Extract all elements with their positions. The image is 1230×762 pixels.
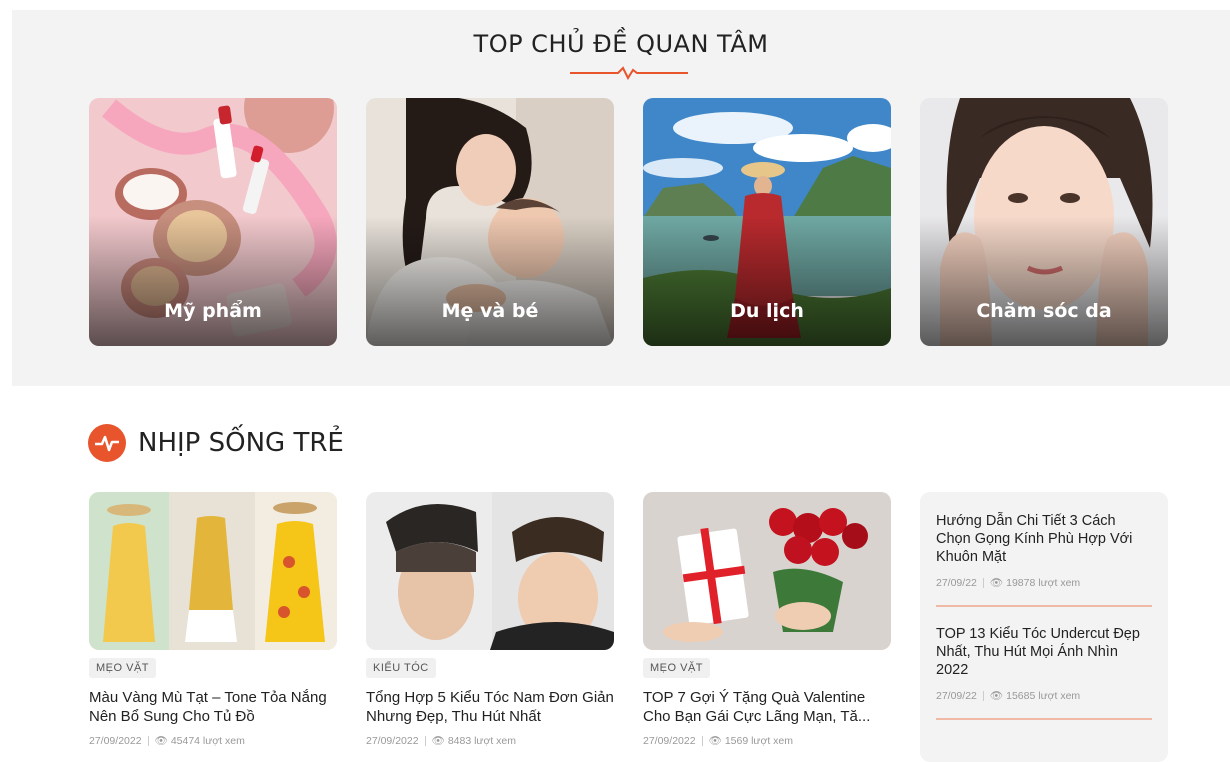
topic-card-label: Du lịch: [730, 300, 804, 322]
post-card[interactable]: MẸO VẶT TOP 7 Gợi Ý Tặng Quà Valentine C…: [643, 492, 891, 747]
post-tag[interactable]: MẸO VẶT: [89, 658, 157, 678]
sidebar-post[interactable]: Hướng Dẫn Chi Tiết 3 Cách Chọn Gọng Kính…: [936, 512, 1152, 589]
eye-icon: 👁: [154, 735, 171, 747]
post-date: 27/09/22: [936, 690, 977, 702]
pulse-icon: [88, 424, 126, 462]
post-title[interactable]: Tổng Hợp 5 Kiểu Tóc Nam Đơn Giản Nhưng Đ…: [366, 688, 614, 726]
post-card[interactable]: KIỂU TÓC Tổng Hợp 5 Kiểu Tóc Nam Đơn Giả…: [366, 492, 614, 747]
post-date: 27/09/22: [936, 577, 977, 589]
post-date: 27/09/2022: [89, 735, 142, 747]
post-meta: 27/09/2022 👁 1569 lượt xem: [643, 734, 891, 747]
eye-icon: 👁: [989, 690, 1007, 702]
topic-card-du-lich[interactable]: Du lịch: [643, 98, 891, 346]
topic-card-cham-soc-da[interactable]: Chăm sóc da: [920, 98, 1168, 346]
eye-icon: 👁: [989, 577, 1007, 589]
post-meta: 27/09/2022 👁 8483 lượt xem: [366, 734, 614, 747]
top-topics-title: TOP CHỦ ĐỀ QUAN TÂM: [473, 30, 769, 58]
topic-card-my-pham[interactable]: Mỹ phẩm: [89, 98, 337, 346]
divider: [936, 718, 1152, 720]
post-thumbnail[interactable]: [643, 492, 891, 650]
post-date: 27/09/2022: [366, 735, 419, 747]
post-thumbnail[interactable]: [89, 492, 337, 650]
post-tag[interactable]: KIỂU TÓC: [366, 658, 436, 678]
post-views: 1569 lượt xem: [724, 735, 794, 747]
sidebar-post[interactable]: TOP 13 Kiểu Tóc Undercut Đẹp Nhất, Thu H…: [936, 625, 1152, 702]
eye-icon: 👁: [431, 735, 448, 747]
post-thumbnail[interactable]: [366, 492, 614, 650]
topic-card-me-va-be[interactable]: Mẹ và bé: [366, 98, 614, 346]
sidebar-post-meta: 27/09/22 👁 19878 lượt xem: [936, 576, 1152, 589]
sidebar-post-meta: 27/09/22 👁 15685 lượt xem: [936, 689, 1152, 702]
post-views: 19878 lượt xem: [1006, 577, 1081, 589]
post-card[interactable]: MẸO VẶT Màu Vàng Mù Tạt – Tone Tỏa Nắng …: [89, 492, 337, 747]
post-tag[interactable]: MẸO VẶT: [643, 658, 711, 678]
post-meta: 27/09/2022 👁 45474 lượt xem: [89, 734, 337, 747]
topic-card-label: Chăm sóc da: [976, 300, 1112, 322]
divider: [936, 605, 1152, 607]
topic-card-label: Mẹ và bé: [441, 300, 539, 322]
eye-icon: 👁: [708, 735, 725, 747]
sidebar-post-list: Hướng Dẫn Chi Tiết 3 Cách Chọn Gọng Kính…: [920, 492, 1168, 762]
sidebar-post-title[interactable]: Hướng Dẫn Chi Tiết 3 Cách Chọn Gọng Kính…: [936, 512, 1152, 566]
post-views: 8483 lượt xem: [447, 735, 517, 747]
post-views: 15685 lượt xem: [1006, 690, 1081, 702]
topic-card-label: Mỹ phẩm: [164, 300, 262, 322]
section-title: NHỊP SỐNG TRẺ: [138, 428, 344, 458]
post-title[interactable]: Màu Vàng Mù Tạt – Tone Tỏa Nắng Nên Bổ S…: [89, 688, 337, 726]
post-title[interactable]: TOP 7 Gợi Ý Tặng Quà Valentine Cho Bạn G…: [643, 688, 891, 726]
sidebar-post-title[interactable]: TOP 13 Kiểu Tóc Undercut Đẹp Nhất, Thu H…: [936, 625, 1152, 679]
heartbeat-divider-icon: [570, 66, 688, 80]
post-date: 27/09/2022: [643, 735, 696, 747]
post-views: 45474 lượt xem: [170, 735, 245, 747]
